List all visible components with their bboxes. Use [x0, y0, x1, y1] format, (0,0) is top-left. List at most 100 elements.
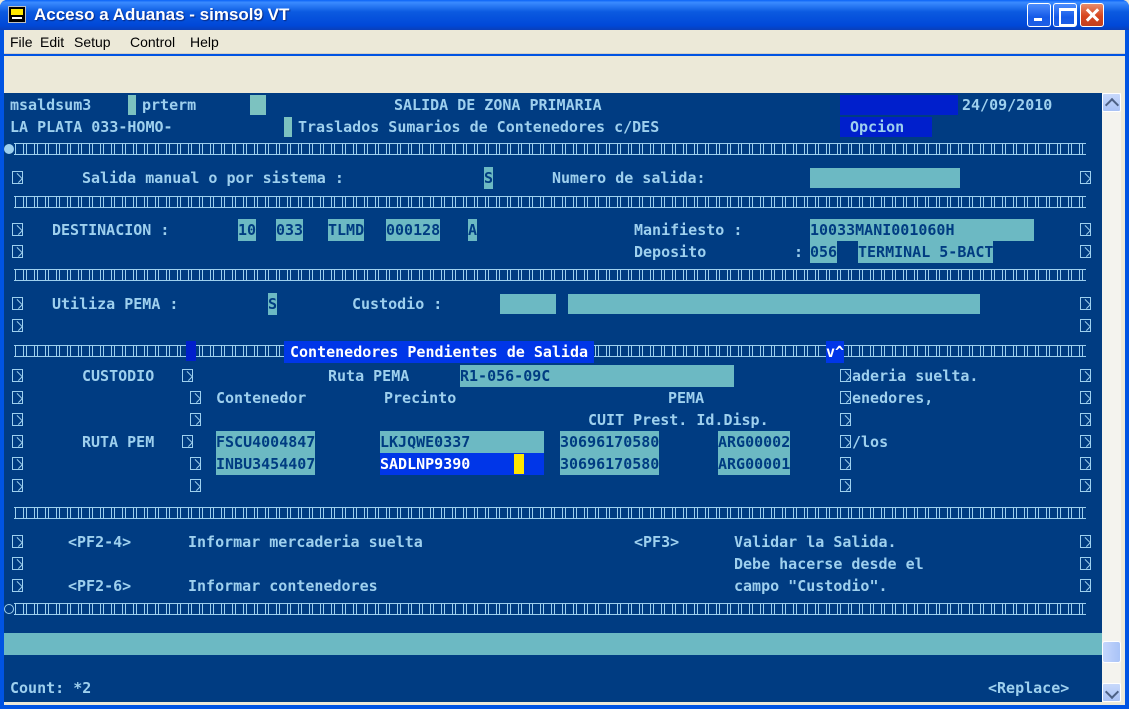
- box-glyph: [840, 457, 851, 470]
- scroll-thumb[interactable]: [1102, 641, 1121, 663]
- box-glyph: [1080, 535, 1091, 548]
- box-glyph: [1080, 479, 1091, 492]
- box-glyph: [1080, 223, 1091, 236]
- menu-help[interactable]: Help: [190, 34, 219, 50]
- terminal-app-icon[interactable]: [8, 6, 26, 23]
- pf2-6-key[interactable]: <PF2-6>: [68, 575, 131, 597]
- box-glyph: [12, 391, 23, 404]
- deposito-separator: :: [794, 243, 804, 261]
- record-count: Count: *2: [10, 679, 92, 697]
- box-glyph: [12, 245, 23, 258]
- destinacion-aduana[interactable]: 033: [276, 219, 304, 241]
- maximize-button[interactable]: [1053, 3, 1077, 27]
- col-cuit-iddisp: CUIT Prest. Id.Disp.: [588, 411, 769, 429]
- box-glyph: [840, 479, 851, 492]
- box-separator: [4, 507, 1096, 519]
- box-glyph: [182, 369, 193, 382]
- box-glyph: [1080, 171, 1091, 184]
- pf3-key[interactable]: <PF3>: [634, 531, 679, 553]
- deposito-label: Deposito: [634, 243, 707, 261]
- menu-setup[interactable]: Setup: [74, 34, 111, 50]
- contenedor-cell[interactable]: INBU3454407: [216, 453, 316, 475]
- box-glyph: [840, 435, 851, 448]
- custodio-code-field[interactable]: [500, 294, 556, 314]
- destinacion-tipo[interactable]: TLMD: [328, 219, 365, 241]
- menu-file[interactable]: File: [10, 34, 33, 50]
- box-glyph: [1080, 391, 1091, 404]
- custodio-name-field[interactable]: [568, 294, 980, 314]
- box-separator: [4, 143, 1096, 155]
- input-mode: <Replace>: [988, 679, 1070, 697]
- deposito-name-field[interactable]: TERMINAL 5-BACT: [858, 241, 994, 263]
- box-glyph: [840, 391, 851, 404]
- box-glyph: [12, 413, 23, 426]
- box-glyph: [12, 479, 23, 492]
- menu-bar: File Edit Setup Control Help: [4, 30, 1125, 54]
- terminal-screen[interactable]: msaldsum3 prterm SALIDA DE ZONA PRIMARIA…: [4, 93, 1102, 702]
- box-separator: [4, 196, 1096, 208]
- minimize-button[interactable]: [1027, 3, 1051, 27]
- pema-label: Utiliza PEMA :: [52, 295, 179, 313]
- cuit-cell[interactable]: 30696170580: [560, 453, 660, 475]
- destinacion-numero[interactable]: 000128: [386, 219, 441, 241]
- destinacion-anio[interactable]: 10: [238, 219, 257, 241]
- contenedor-cell[interactable]: FSCU4004847: [216, 431, 316, 453]
- window-title: Acceso a Aduanas - simsol9 VT: [34, 5, 290, 24]
- numero-salida-field[interactable]: [810, 168, 960, 188]
- terminal-name: prterm: [142, 96, 197, 114]
- pf2-6-label: Informar contenedores: [188, 577, 378, 595]
- box-glyph: [840, 413, 851, 426]
- salida-field[interactable]: S: [484, 167, 494, 189]
- pf3-label: Validar la Salida.: [734, 533, 897, 551]
- deposito-code-field[interactable]: 056: [810, 241, 838, 263]
- screen-title: SALIDA DE ZONA PRIMARIA: [394, 96, 602, 114]
- right-text: /los: [852, 433, 889, 451]
- attr-block: [284, 117, 292, 137]
- box-glyph: [12, 435, 23, 448]
- cuit-cell[interactable]: 30696170580: [560, 431, 660, 453]
- vertical-scrollbar[interactable]: [1102, 93, 1121, 702]
- pf2-4-key[interactable]: <PF2-4>: [68, 531, 131, 553]
- app-window: Acceso a Aduanas - simsol9 VT File Edit …: [0, 0, 1129, 709]
- box-glyph: [12, 319, 23, 332]
- col-precinto: Precinto: [384, 389, 457, 407]
- title-bar[interactable]: Acceso a Aduanas - simsol9 VT: [0, 0, 1129, 30]
- attr-block: [128, 95, 136, 115]
- attr-block: [250, 95, 266, 115]
- manifiesto-field[interactable]: 10033MANI001060H: [810, 219, 1034, 241]
- box-glyph: [12, 297, 23, 310]
- scroll-down-icon[interactable]: [1102, 683, 1121, 702]
- box-glyph: [1080, 579, 1091, 592]
- destinacion-digito[interactable]: A: [468, 219, 478, 241]
- right-text: aderia suelta.: [852, 367, 979, 385]
- text-cursor: [514, 454, 524, 474]
- box-glyph: [12, 369, 23, 382]
- right-text: enedores,: [852, 389, 934, 407]
- pema-field[interactable]: S: [268, 293, 278, 315]
- location: LA PLATA 033-HOMO-: [10, 118, 173, 136]
- box-glyph: [190, 413, 201, 426]
- box-glyph: [12, 171, 23, 184]
- current-date: 24/09/2010: [962, 96, 1053, 114]
- id-disp-cell[interactable]: ARG00001: [718, 453, 791, 475]
- box-glyph: [1080, 557, 1091, 570]
- precinto-cell[interactable]: LKJQWE0337: [380, 431, 544, 453]
- destinacion-label: DESTINACION :: [52, 221, 170, 239]
- box-separator: [4, 603, 1096, 615]
- menu-control[interactable]: Control: [130, 34, 175, 50]
- box-glyph: [1080, 457, 1091, 470]
- numero-salida-label: Numero de salida:: [552, 169, 706, 187]
- popup-custodio-label: CUSTODIO: [82, 367, 155, 385]
- menu-edit[interactable]: Edit: [40, 34, 64, 50]
- pf3-note-line2: Debe hacerse desde el: [734, 555, 924, 573]
- col-pema: PEMA: [668, 389, 705, 407]
- id-disp-cell[interactable]: ARG00002: [718, 431, 791, 453]
- box-glyph: [12, 557, 23, 570]
- opcion-label[interactable]: Opcion: [850, 116, 904, 138]
- box-glyph: [1080, 369, 1091, 382]
- scroll-up-icon[interactable]: [1102, 93, 1121, 112]
- close-button[interactable]: [1080, 3, 1104, 27]
- program-name: msaldsum3: [10, 96, 92, 114]
- ruta-pema-field[interactable]: R1-056-09C: [460, 365, 734, 387]
- popup-scroll-hint[interactable]: v^: [826, 341, 845, 363]
